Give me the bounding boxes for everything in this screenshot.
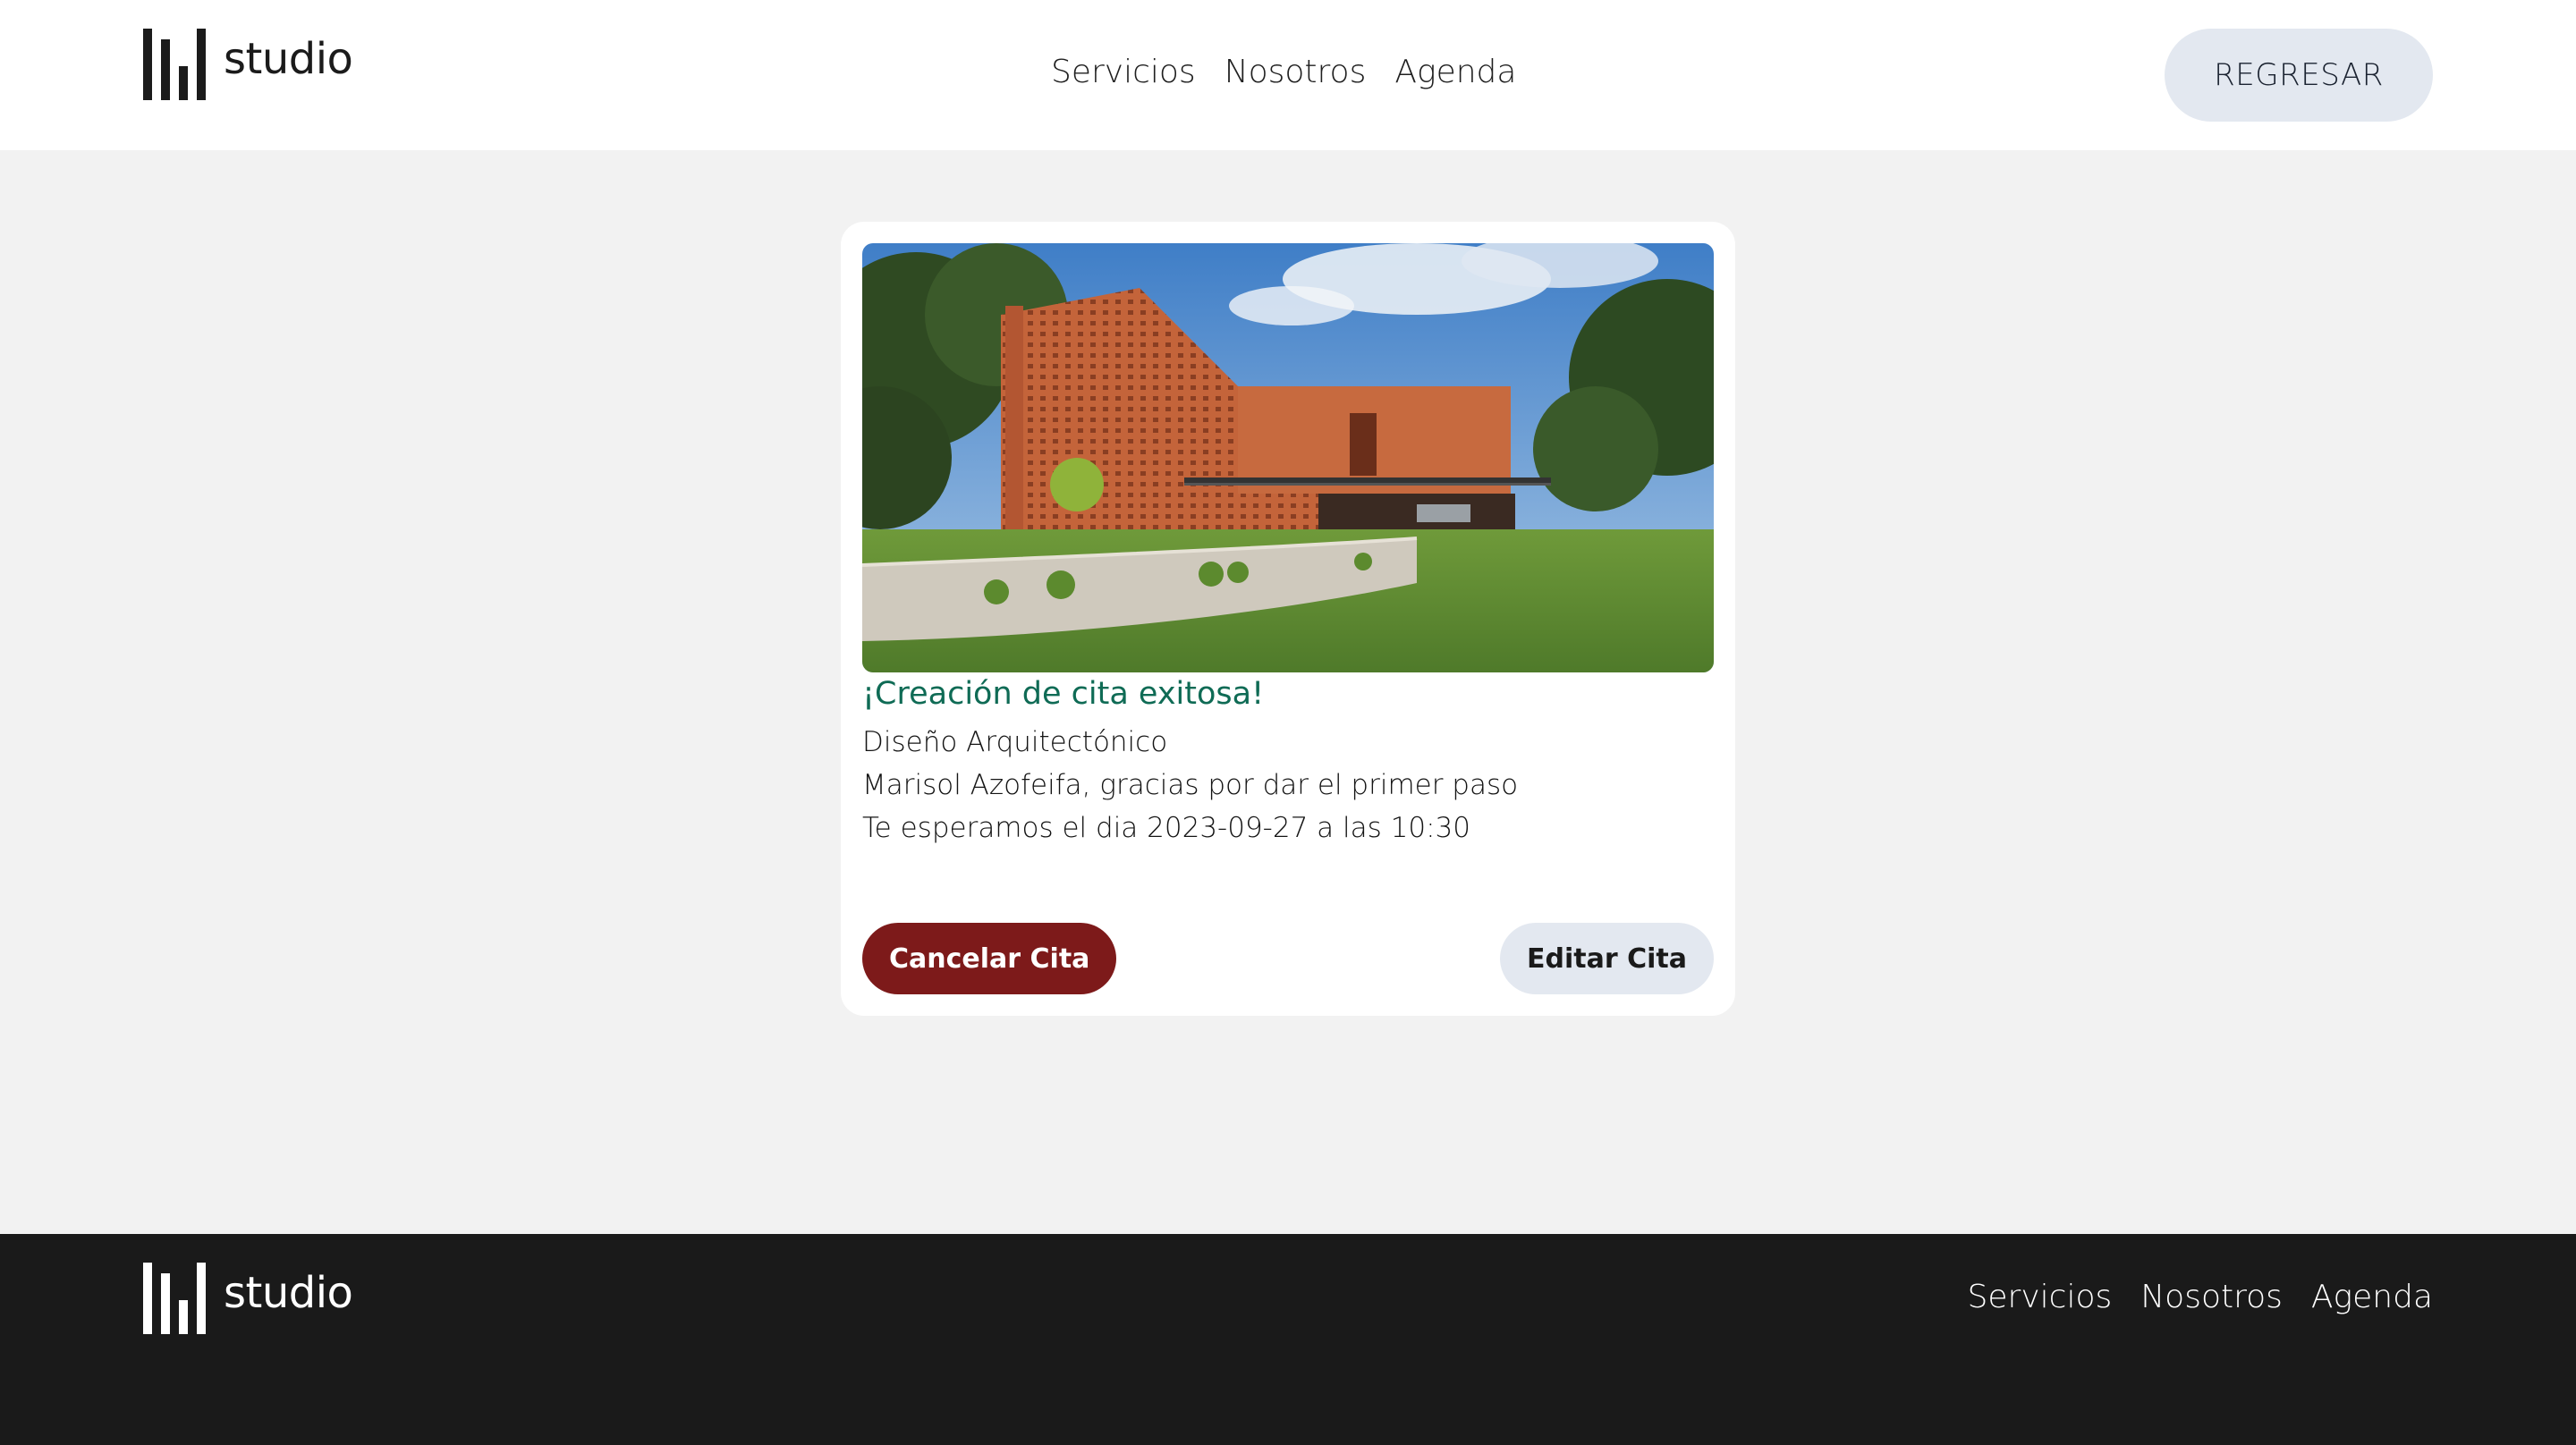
nav-link-agenda[interactable]: Agenda [1394, 54, 1516, 90]
header-logo[interactable]: studio [143, 29, 353, 100]
footer-logo[interactable]: studio [143, 1263, 353, 1334]
cancel-appointment-button[interactable]: Cancelar Cita [862, 923, 1117, 994]
edit-appointment-button[interactable]: Editar Cita [1500, 923, 1714, 994]
site-footer: studio Servicios Nosotros Agenda [0, 1234, 2576, 1445]
thanks-message: Marisol Azofeifa, gracias por dar el pri… [862, 769, 1519, 801]
service-name: Diseño Arquitectónico [862, 726, 1168, 758]
back-button[interactable]: REGRESAR [2165, 29, 2433, 122]
nav-link-servicios[interactable]: Servicios [1051, 54, 1196, 90]
appointment-schedule: Te esperamos el dia 2023-09-27 a las 10:… [862, 812, 1470, 844]
footer-link-agenda[interactable]: Agenda [2311, 1279, 2433, 1315]
appointment-confirmation-card: ¡Creación de cita exitosa! Diseño Arquit… [841, 222, 1735, 1016]
nav-link-nosotros[interactable]: Nosotros [1224, 54, 1367, 90]
site-header: studio Servicios Nosotros Agenda REGRESA… [0, 0, 2576, 150]
brand-name: studio [224, 34, 353, 84]
logo-bars-icon [143, 29, 206, 100]
footer-link-nosotros[interactable]: Nosotros [2140, 1279, 2283, 1315]
footer-nav: Servicios Nosotros Agenda [1968, 1279, 2433, 1315]
success-title: ¡Creación de cita exitosa! [862, 676, 1265, 712]
architecture-photo [862, 243, 1714, 672]
logo-bars-icon [143, 1263, 206, 1334]
header-nav: Servicios Nosotros Agenda [1051, 54, 1516, 90]
brand-name: studio [224, 1268, 353, 1318]
footer-link-servicios[interactable]: Servicios [1968, 1279, 2113, 1315]
